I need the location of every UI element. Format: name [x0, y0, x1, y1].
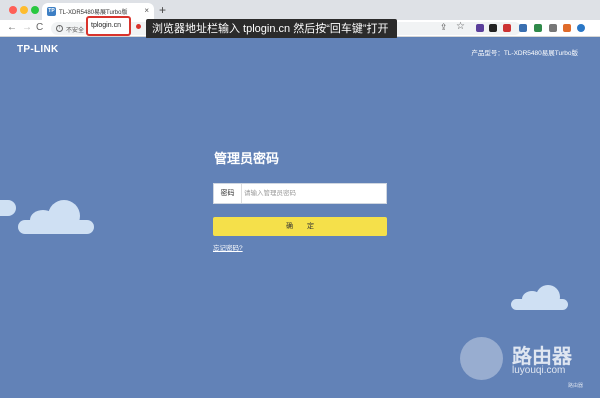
new-tab-button[interactable]: + [159, 4, 166, 16]
tplink-logo: TP-LINK [17, 44, 59, 55]
extension-icon[interactable] [489, 24, 497, 32]
record-dot-icon [136, 24, 141, 29]
close-window-button[interactable] [9, 6, 17, 14]
maximize-window-button[interactable] [31, 6, 39, 14]
forward-button[interactable]: → [22, 22, 32, 34]
minimize-window-button[interactable] [20, 6, 28, 14]
confirm-button[interactable]: 确定 [213, 217, 387, 236]
url-highlight[interactable]: tplogin.cn [86, 16, 131, 36]
extension-icon[interactable] [519, 24, 527, 32]
router-login-page: TP-LINK 产品型号：TL-XDR5480易展Turbo版 管理员密码 密码… [0, 38, 600, 398]
password-field: 密码 [213, 183, 387, 204]
puzzle-icon[interactable] [549, 24, 557, 32]
share-icon[interactable]: ⇪ [440, 22, 448, 33]
instruction-tooltip: 浏览器地址栏输入 tplogin.cn 然后按“回车键”打开 [146, 19, 397, 39]
extension-icon[interactable] [563, 24, 571, 32]
url-text: tplogin.cn [91, 22, 121, 29]
back-button[interactable]: ← [7, 22, 17, 34]
watermark-corner: 路由器 [568, 383, 584, 389]
password-label: 密码 [214, 184, 242, 203]
login-title: 管理员密码 [214, 151, 280, 166]
extension-icon[interactable] [476, 24, 484, 32]
favicon-icon: TP [47, 7, 56, 16]
warning-icon: ! [56, 25, 63, 32]
password-input[interactable] [244, 185, 384, 202]
watermark-router-icon [460, 337, 503, 380]
profile-icon[interactable] [577, 24, 585, 32]
product-model: 产品型号：TL-XDR5480易展Turbo版 [471, 50, 578, 57]
tab-title: TL-XDR5480易展Turbo版 [59, 10, 128, 16]
extension-icon[interactable] [534, 24, 542, 32]
reload-button[interactable]: C [36, 22, 43, 34]
extension-icon[interactable] [503, 24, 511, 32]
security-label: 不安全 [66, 28, 85, 34]
tab-close-icon[interactable]: × [144, 6, 149, 16]
star-icon[interactable]: ☆ [456, 21, 465, 32]
watermark-url: luyouqi.com [512, 365, 566, 376]
forgot-password-link[interactable]: 忘记密码? [213, 242, 243, 252]
